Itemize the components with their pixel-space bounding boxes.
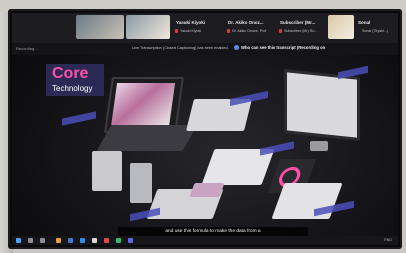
label-tag [130, 207, 160, 222]
participant-name: Yasuki Kiyoki [176, 20, 206, 25]
participant-tile[interactable]: Subscriber (Mr... Subscriber (Mr) Ru... [278, 17, 326, 39]
file-explorer-icon[interactable] [56, 238, 61, 243]
participant-video-tile[interactable] [76, 15, 124, 39]
participant-name: Subscriber (Mr... [280, 20, 316, 25]
participant-subname: Yasuki Kiyoki [180, 29, 202, 33]
mic-muted-icon [175, 29, 178, 33]
windows-taskbar: ENG [12, 236, 398, 245]
mic-muted-icon [227, 29, 230, 33]
edge-icon[interactable] [80, 238, 85, 243]
monitor-screen: Yasuki Kiyoki Yasuki Kiyoki Dr. Akiko On… [12, 13, 398, 245]
meeting-participant-bar: Yasuki Kiyoki Yasuki Kiyoki Dr. Akiko On… [12, 13, 398, 43]
participant-subname: Subscriber (Mr) Ru... [284, 29, 318, 33]
desktop-monitor-illustration [284, 69, 360, 141]
teams-icon[interactable] [128, 238, 133, 243]
laptop-keyboard-illustration [96, 125, 198, 151]
participant-name: Sonal [358, 20, 371, 25]
mic-muted-icon [279, 29, 282, 33]
transcript-visibility-text: Who can see this transcript (Recording o… [241, 45, 326, 50]
participant-name: Dr. Akiko Onoz... [228, 20, 264, 25]
app-icon[interactable] [116, 238, 121, 243]
transcript-visibility-link[interactable]: Who can see this transcript (Recording o… [234, 45, 326, 51]
taskbar-language[interactable]: ENG [384, 238, 392, 242]
tablet-illustration [186, 99, 252, 131]
phone-illustration [130, 163, 152, 203]
monitor-stand-illustration [310, 141, 328, 151]
logo-core-text: Core [52, 65, 89, 82]
participant-subname: Dr. Akiko Onoze, Prof [232, 29, 267, 33]
logo-technology-text: Technology [52, 84, 93, 93]
participant-subname: Sonal (Tiryaki...) [362, 29, 389, 33]
recording-status: Recording... [16, 46, 38, 51]
windows-start-icon[interactable] [16, 238, 21, 243]
laptop-display [111, 83, 176, 125]
info-icon [234, 45, 239, 51]
app-icon[interactable] [92, 238, 97, 243]
label-tag [62, 111, 96, 126]
core-technology-logo: Core Technology [46, 64, 104, 96]
shared-slide: Core Technology [12, 55, 398, 227]
transcription-notice: Live Transcription (Closed Captioning) h… [132, 46, 229, 50]
participant-video-tile[interactable] [126, 15, 170, 39]
participant-tile[interactable]: Yasuki Kiyoki Yasuki Kiyoki [174, 17, 226, 39]
participant-video-tile[interactable] [328, 15, 354, 39]
participant-tile[interactable]: Sonal Sonal (Tiryaki...) [356, 17, 396, 39]
photo-card-illustration [271, 183, 343, 219]
app-icon[interactable] [104, 238, 109, 243]
search-icon[interactable] [28, 238, 33, 243]
browser-icon[interactable] [68, 238, 73, 243]
participant-tile[interactable]: Dr. Akiko Onoz... Dr. Akiko Onoze, Prof [226, 17, 278, 39]
notification-row: Recording... Live Transcription (Closed … [12, 43, 398, 55]
task-view-icon[interactable] [40, 238, 45, 243]
label-tag [260, 141, 294, 156]
thumbnails-illustration [189, 183, 225, 197]
phone-stack-illustration [92, 151, 122, 191]
